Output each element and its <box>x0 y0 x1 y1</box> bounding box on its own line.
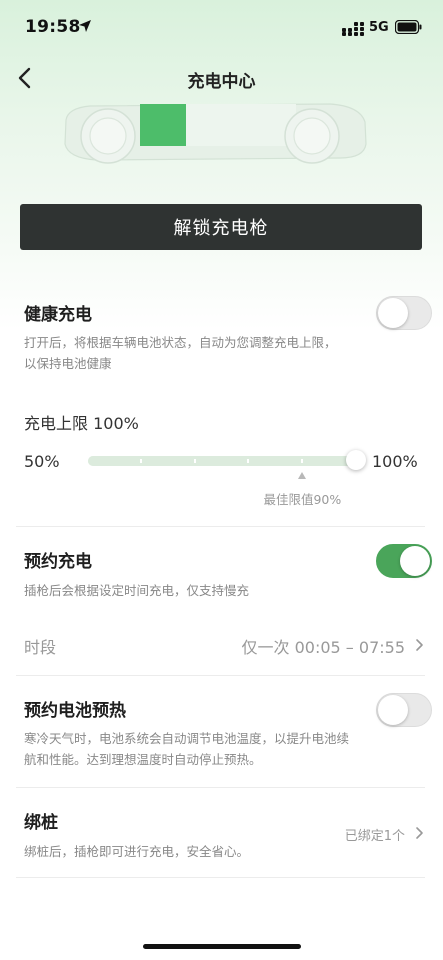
health-charge-description: 打开后，将根据车辆电池状态，自动为您调整充电上限，以保持电池健康 <box>24 335 337 371</box>
divider <box>16 526 425 527</box>
chevron-right-icon <box>416 827 423 839</box>
status-time: 19:58 <box>25 17 81 37</box>
bind-pile-value: 已绑定1个 <box>344 829 405 844</box>
health-charge-toggle[interactable] <box>376 296 432 330</box>
location-arrow-icon <box>79 20 91 32</box>
slider-thumb[interactable] <box>346 450 366 470</box>
slider-min-label: 50% <box>24 452 60 471</box>
car-battery-illustration <box>64 103 367 164</box>
scheduled-charge-description: 插枪后会根据设定时间充电，仅支持慢充 <box>24 583 250 598</box>
battery-preheat-title: 预约电池预热 <box>24 701 126 721</box>
scheduled-charge-title: 预约充电 <box>24 552 92 572</box>
page-title: 充电中心 <box>187 72 256 92</box>
slider-max-label: 100% <box>372 452 418 471</box>
best-limit-label: 最佳限值90% <box>263 492 342 507</box>
toggle-knob <box>378 695 408 725</box>
unlock-charging-gun-button[interactable]: 解锁充电枪 <box>20 204 422 250</box>
divider <box>16 877 425 878</box>
battery-preheat-description: 寒冷天气时，电池系统会自动调节电池温度，以提升电池续航和性能。达到理想温度时自动… <box>24 731 350 767</box>
health-charge-title: 健康充电 <box>24 305 92 325</box>
period-value: 仅一次 00:05 – 07:55 <box>241 638 405 657</box>
best-limit-marker <box>298 472 307 479</box>
home-indicator <box>143 944 301 949</box>
charge-limit-slider[interactable] <box>88 456 356 466</box>
slider-tick <box>140 459 142 463</box>
nav-bar: 充电中心 <box>0 56 443 100</box>
slider-tick <box>247 459 249 463</box>
slider-fill <box>88 456 356 466</box>
slider-tick <box>301 459 303 463</box>
network-type: 5G <box>369 20 389 35</box>
scheduled-charge-toggle[interactable] <box>376 544 432 578</box>
status-bar: 19:58 5G <box>0 0 443 56</box>
divider <box>16 787 425 788</box>
battery-preheat-toggle[interactable] <box>376 693 432 727</box>
toggle-knob <box>400 546 430 576</box>
signal-icon <box>342 22 364 36</box>
bind-pile-title: 绑桩 <box>24 813 58 833</box>
divider <box>16 675 425 676</box>
period-label: 时段 <box>24 638 57 657</box>
bind-pile-description: 绑桩后，插枪即可进行充电，安全省心。 <box>24 844 250 859</box>
slider-tick <box>194 459 196 463</box>
battery-icon <box>395 20 422 34</box>
toggle-knob <box>378 298 408 328</box>
chevron-right-icon <box>416 639 423 651</box>
charge-limit-label: 充电上限 100% <box>24 414 139 433</box>
